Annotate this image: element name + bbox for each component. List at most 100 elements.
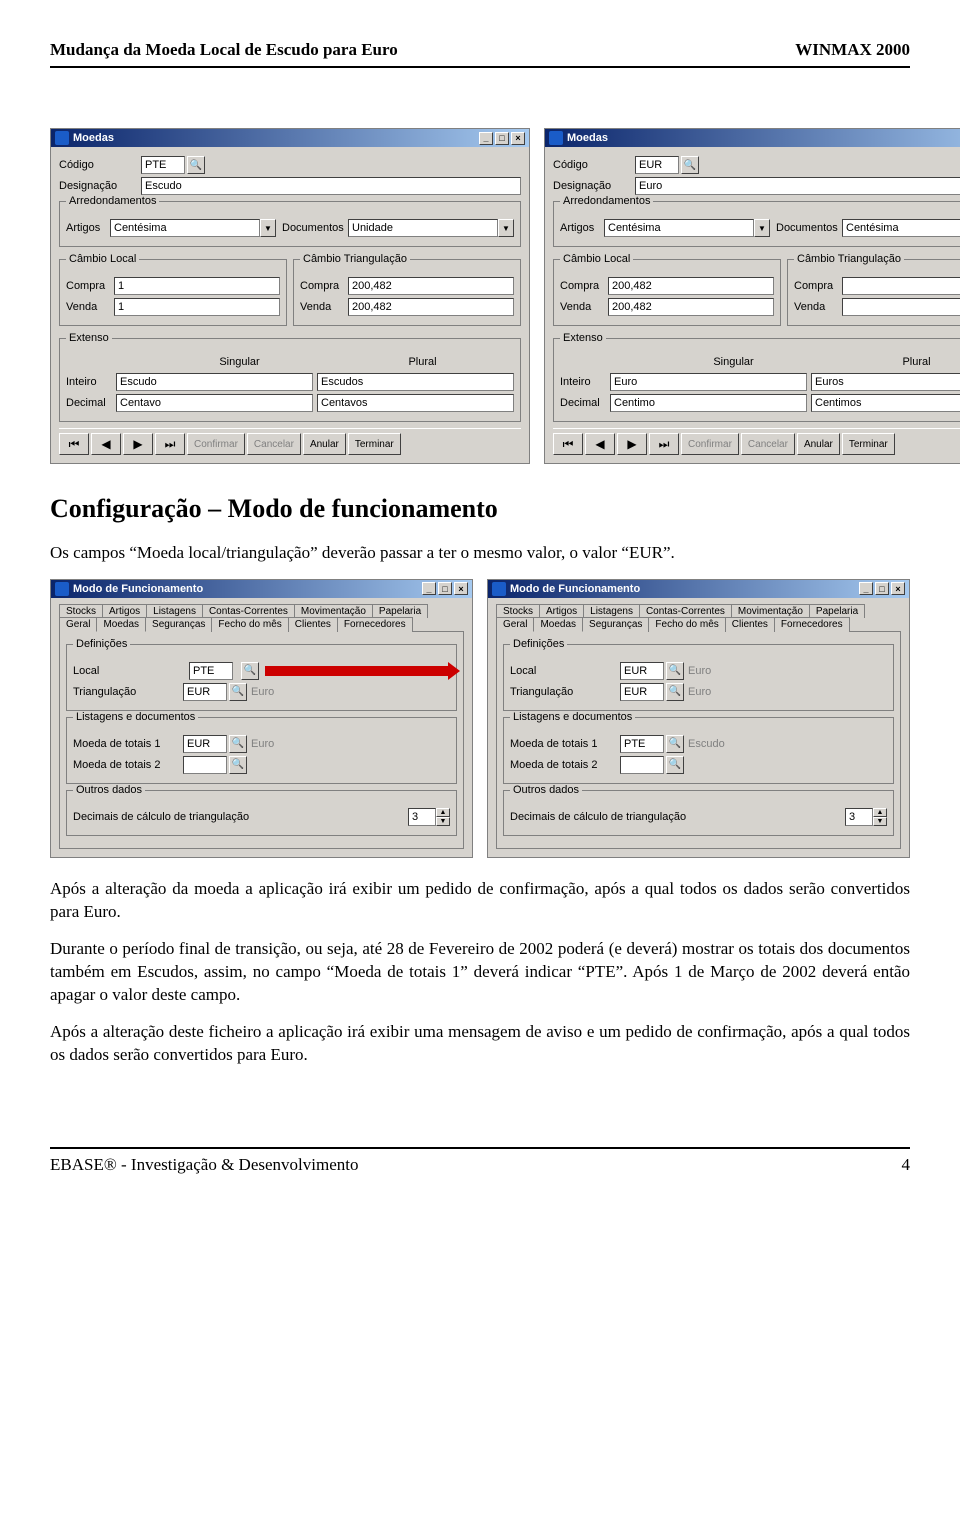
mt2-input[interactable] (183, 756, 227, 774)
tab-papelaria[interactable]: Papelaria (372, 604, 428, 618)
documentos-select[interactable] (842, 219, 960, 237)
tab-fecho-do-m-s[interactable]: Fecho do mês (648, 617, 725, 632)
lookup-icon[interactable]: 🔍 (229, 756, 247, 774)
close-icon[interactable]: × (454, 582, 468, 595)
tab-geral[interactable]: Geral (59, 617, 97, 632)
tri-compra-input[interactable] (842, 277, 960, 295)
tab-clientes[interactable]: Clientes (288, 617, 338, 632)
documentos-select[interactable] (348, 219, 498, 237)
prev-button[interactable]: ◀ (91, 433, 121, 455)
chevron-down-icon[interactable]: ▼ (260, 219, 276, 237)
tab-seguran-as[interactable]: Seguranças (145, 617, 212, 632)
decimal-singular-input[interactable] (610, 394, 807, 412)
maximize-icon[interactable]: □ (495, 132, 509, 145)
local-input[interactable] (189, 662, 233, 680)
local-compra-input[interactable] (114, 277, 280, 295)
spin-up-icon[interactable]: ▲ (873, 808, 887, 817)
inteiro-plural-input[interactable] (811, 373, 960, 391)
tab-listagens[interactable]: Listagens (583, 604, 640, 618)
decimal-singular-input[interactable] (116, 394, 313, 412)
inteiro-singular-input[interactable] (610, 373, 807, 391)
lookup-icon[interactable]: 🔍 (229, 735, 247, 753)
tri-venda-input[interactable] (842, 298, 960, 316)
next-button[interactable]: ▶ (617, 433, 647, 455)
tab-stocks[interactable]: Stocks (59, 604, 103, 618)
decimais-input[interactable] (408, 808, 436, 826)
terminar-button[interactable]: Terminar (842, 433, 895, 455)
local-venda-input[interactable] (114, 298, 280, 316)
last-button[interactable]: ⏭ (155, 433, 185, 455)
minimize-icon[interactable]: _ (422, 582, 436, 595)
tab-papelaria[interactable]: Papelaria (809, 604, 865, 618)
minimize-icon[interactable]: _ (859, 582, 873, 595)
triangulacao-input[interactable] (620, 683, 664, 701)
tab-listagens[interactable]: Listagens (146, 604, 203, 618)
lookup-icon[interactable]: 🔍 (241, 662, 259, 680)
confirmar-button[interactable]: Confirmar (187, 433, 245, 455)
tab-artigos[interactable]: Artigos (539, 604, 584, 618)
cancelar-button[interactable]: Cancelar (247, 433, 301, 455)
close-icon[interactable]: × (511, 132, 525, 145)
desig-input[interactable] (141, 177, 521, 195)
chevron-down-icon[interactable]: ▼ (754, 219, 770, 237)
lookup-icon[interactable]: 🔍 (229, 683, 247, 701)
decimal-plural-input[interactable] (317, 394, 514, 412)
inteiro-plural-input[interactable] (317, 373, 514, 391)
prev-button[interactable]: ◀ (585, 433, 615, 455)
spin-up-icon[interactable]: ▲ (436, 808, 450, 817)
code-input[interactable] (635, 156, 679, 174)
lookup-icon[interactable]: 🔍 (681, 156, 699, 174)
next-button[interactable]: ▶ (123, 433, 153, 455)
local-compra-input[interactable] (608, 277, 774, 295)
maximize-icon[interactable]: □ (875, 582, 889, 595)
minimize-icon[interactable]: _ (479, 132, 493, 145)
tab-fecho-do-m-s[interactable]: Fecho do mês (211, 617, 288, 632)
tab-movimenta-o[interactable]: Movimentação (294, 604, 373, 618)
decimais-input[interactable] (845, 808, 873, 826)
chevron-down-icon[interactable]: ▼ (498, 219, 514, 237)
spin-down-icon[interactable]: ▼ (873, 817, 887, 826)
mt1-input[interactable] (620, 735, 664, 753)
lookup-icon[interactable]: 🔍 (666, 662, 684, 680)
triangulacao-input[interactable] (183, 683, 227, 701)
terminar-button[interactable]: Terminar (348, 433, 401, 455)
tab-clientes[interactable]: Clientes (725, 617, 775, 632)
tab-fornecedores[interactable]: Fornecedores (337, 617, 413, 632)
lookup-icon[interactable]: 🔍 (187, 156, 205, 174)
lookup-icon[interactable]: 🔍 (666, 756, 684, 774)
artigos-select[interactable] (110, 219, 260, 237)
lookup-icon[interactable]: 🔍 (666, 735, 684, 753)
tab-moedas[interactable]: Moedas (96, 617, 146, 632)
maximize-icon[interactable]: □ (438, 582, 452, 595)
anular-button[interactable]: Anular (797, 433, 840, 455)
cancelar-button[interactable]: Cancelar (741, 433, 795, 455)
tab-artigos[interactable]: Artigos (102, 604, 147, 618)
confirmar-button[interactable]: Confirmar (681, 433, 739, 455)
first-button[interactable]: ⏮ (59, 433, 89, 455)
code-input[interactable] (141, 156, 185, 174)
tri-venda-input[interactable] (348, 298, 514, 316)
spin-down-icon[interactable]: ▼ (436, 817, 450, 826)
inteiro-singular-input[interactable] (116, 373, 313, 391)
desig-input[interactable] (635, 177, 960, 195)
tab-seguran-as[interactable]: Seguranças (582, 617, 649, 632)
tab-contas-correntes[interactable]: Contas-Correntes (639, 604, 732, 618)
mt1-input[interactable] (183, 735, 227, 753)
close-icon[interactable]: × (891, 582, 905, 595)
tab-contas-correntes[interactable]: Contas-Correntes (202, 604, 295, 618)
tab-moedas[interactable]: Moedas (533, 617, 583, 632)
first-button[interactable]: ⏮ (553, 433, 583, 455)
tab-stocks[interactable]: Stocks (496, 604, 540, 618)
decimal-plural-input[interactable] (811, 394, 960, 412)
tab-geral[interactable]: Geral (496, 617, 534, 632)
last-button[interactable]: ⏭ (649, 433, 679, 455)
mt2-input[interactable] (620, 756, 664, 774)
tri-compra-input[interactable] (348, 277, 514, 295)
lookup-icon[interactable]: 🔍 (666, 683, 684, 701)
tab-movimenta-o[interactable]: Movimentação (731, 604, 810, 618)
local-venda-input[interactable] (608, 298, 774, 316)
local-input[interactable] (620, 662, 664, 680)
anular-button[interactable]: Anular (303, 433, 346, 455)
artigos-select[interactable] (604, 219, 754, 237)
tab-fornecedores[interactable]: Fornecedores (774, 617, 850, 632)
